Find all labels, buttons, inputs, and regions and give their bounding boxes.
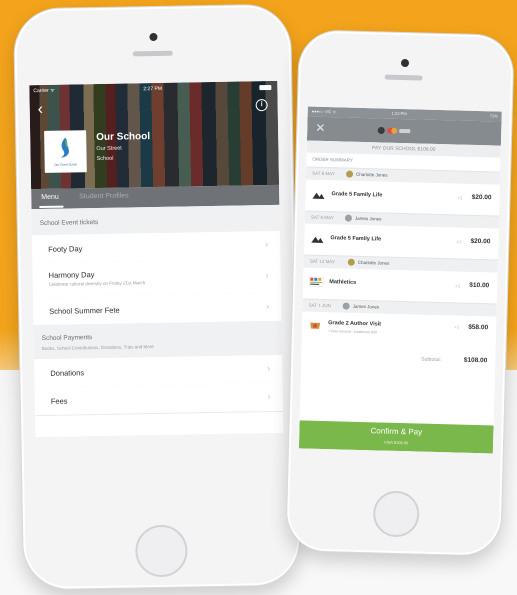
front-camera <box>149 32 158 42</box>
earpiece-speaker <box>132 50 173 57</box>
family-life-icon <box>311 236 324 243</box>
chevron-right-icon: › <box>267 391 271 402</box>
battery-text: 71% <box>489 113 498 119</box>
tab-menu[interactable]: Menu <box>41 194 59 201</box>
student-avatar-icon <box>342 302 350 310</box>
subtotal-label: Subtotal: <box>421 356 442 364</box>
student-avatar-icon <box>347 258 355 266</box>
subtotal-row: Subtotal: $108.00 <box>301 350 496 370</box>
order-item-title: Grade 2 Author Visit <box>328 320 382 328</box>
student-name: Charlotte Jones <box>357 259 390 266</box>
family-life-icon <box>312 192 325 199</box>
order-item-price: $20.00 <box>470 237 491 246</box>
chevron-right-icon: › <box>267 363 271 374</box>
status-time: 1:23 PM <box>391 110 407 117</box>
close-icon[interactable]: ✕ <box>315 121 325 135</box>
order-item-title: Grade 5 Family Life <box>331 191 383 199</box>
phone-right: ●●●○○ VIC ᯤ 1:23 PM 71% ✕ PAY OUR SCHOOL… <box>285 29 515 557</box>
back-chevron-icon[interactable]: ‹ <box>38 101 44 119</box>
battery-icon <box>259 84 272 91</box>
status-time: 2:27 PM <box>143 85 163 93</box>
order-item-title: Grade 5 Family Life <box>330 235 382 243</box>
order-item-price: $10.00 <box>469 281 490 290</box>
order-item[interactable]: Grade 5 Family Life ×1 $20.00 <box>304 223 499 259</box>
order-item-price: $58.00 <box>468 323 489 332</box>
order-date: SAT 12 MAY <box>309 258 336 265</box>
school-logo-icon <box>60 137 69 158</box>
phone-left: Carrier ᯤ 2:27 PM ‹ i Our Great Schoo Ou… <box>12 3 302 591</box>
student-name: James Jones <box>352 303 380 310</box>
confirm-pay-sublabel: VISA $108.00 <box>383 439 409 446</box>
list-item-label: School Summer Fete <box>49 305 120 316</box>
school-name: Our School <box>96 131 151 144</box>
confirm-pay-button[interactable]: Confirm & Pay VISA $108.00 <box>298 420 494 454</box>
order-item-subtitle: + Free amount - Instalment $58 <box>327 329 377 335</box>
card-brands-icon <box>377 126 411 134</box>
logo-text: Our Great Schoo <box>54 162 78 167</box>
order-summary-label: ORDER SUMMARY <box>312 156 353 163</box>
school-logo: Our Great Schoo <box>44 130 87 173</box>
chevron-right-icon: › <box>265 270 269 281</box>
section-subtitle-payments: Books, School Contributions, Donations, … <box>41 344 154 352</box>
school-address-line1: Our Street <box>96 145 122 153</box>
section-title-payments: School Payments <box>41 334 93 343</box>
order-item-price: $20.00 <box>471 193 492 202</box>
earpiece-speaker <box>384 74 423 81</box>
list-item-label: Footy Day <box>48 244 83 254</box>
section-header-payments: School Payments Books, School Contributi… <box>33 320 283 361</box>
tab-student-profiles[interactable]: Student Profiles <box>79 192 129 200</box>
home-button[interactable] <box>372 490 420 538</box>
school-address-line2: School <box>96 155 114 163</box>
order-item-qty: ×1 <box>456 239 462 245</box>
order-item-qty: ×1 <box>457 195 463 201</box>
order-date: SAT 6 MAY <box>312 170 335 177</box>
student-name: Charlotte Jones <box>356 171 388 178</box>
order-item[interactable]: Grade 5 Family Life ×1 $20.00 <box>305 179 500 215</box>
carrier-text: ●●●○○ VIC ᯤ <box>311 108 337 115</box>
home-button[interactable] <box>134 524 188 578</box>
order-date: SAT 1 JUN <box>308 302 331 309</box>
author-visit-icon <box>310 322 321 329</box>
section-title-events: School Event tickets <box>39 219 99 228</box>
list-item-label: Donations <box>50 368 85 378</box>
order-date: SAT 6 MAY <box>310 214 334 221</box>
phone-right-screen: ●●●○○ VIC ᯤ 1:23 PM 71% ✕ PAY OUR SCHOOL… <box>298 106 502 454</box>
list-item-harmony-day[interactable]: Harmony Day Celebrate cultural diversity… <box>32 258 281 299</box>
chevron-right-icon: › <box>265 239 269 250</box>
order-item-qty: ×1 <box>455 283 461 289</box>
chevron-right-icon: › <box>266 301 270 312</box>
list-item-label: Harmony Day <box>48 270 95 280</box>
student-name: James Jones <box>354 215 382 222</box>
subtotal-value: $108.00 <box>463 356 488 365</box>
list-item-fees[interactable]: Fees › <box>34 382 284 417</box>
order-item-title: Mathletics <box>329 279 357 286</box>
student-avatar-icon <box>344 214 353 222</box>
front-camera <box>400 58 410 68</box>
list-item-subtitle: Celebrate cultural diversity on Friday 2… <box>48 280 146 287</box>
order-item[interactable]: Mathletics ×1 $10.00 <box>302 267 498 303</box>
carrier-text: Carrier ᯤ <box>33 87 55 95</box>
confirm-pay-label: Confirm & Pay <box>370 426 423 437</box>
order-item-qty: ×1 <box>454 324 460 330</box>
student-avatar-icon <box>346 170 354 178</box>
phone-left-screen: Carrier ᯤ 2:27 PM ‹ i Our Great Schoo Ou… <box>29 80 284 438</box>
order-item[interactable]: Grade 2 Author Visit + Free amount - Ins… <box>301 311 497 351</box>
mathletics-icon <box>309 276 324 287</box>
list-item-label: Fees <box>50 396 68 406</box>
